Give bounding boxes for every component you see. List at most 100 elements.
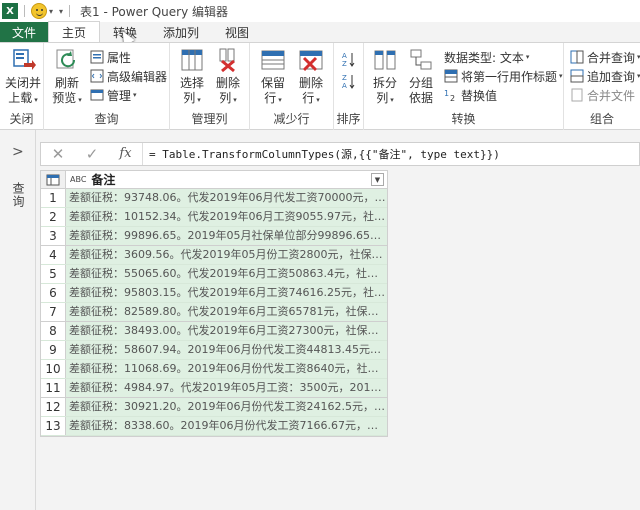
- row-number[interactable]: 7: [41, 303, 66, 321]
- keep-rows-label2: 行 ▾: [264, 91, 282, 105]
- first-row-label: 将第一行用作标题: [461, 69, 558, 84]
- table-cell[interactable]: 差额征税：95803.15。代发2019年6月工资74616.25元，社保单位.…: [66, 284, 387, 302]
- table-cell[interactable]: 差额征税：30921.20。2019年06月份代发工资24162.5元，社保单.…: [66, 398, 387, 416]
- title-bar: X ▾ ▾ 表1 - Power Query 编辑器: [0, 0, 640, 22]
- properties-icon: [90, 50, 104, 64]
- table-row[interactable]: 8 差额征税：38493.00。代发2019年6月工资27300元，社保单位部..…: [41, 322, 387, 341]
- tab-home[interactable]: 主页: [48, 21, 101, 42]
- refresh-preview-button[interactable]: 刷新 预览 ▾: [50, 47, 84, 108]
- table-row[interactable]: 13 差额征税：8338.60。2019年06月份代发工资7166.67元，社保单…: [41, 417, 387, 436]
- quick-access-dropdown-icon[interactable]: ▾: [49, 7, 53, 16]
- group-sort: AZ ZA 排序: [334, 43, 364, 130]
- sort-descending-button[interactable]: ZA: [342, 71, 359, 90]
- group-by-icon: [408, 47, 434, 73]
- row-number[interactable]: 11: [41, 379, 66, 397]
- customize-toolbar-icon[interactable]: ▾: [59, 7, 63, 16]
- use-first-row-as-headers-button[interactable]: 将第一行用作标题 ▾: [444, 67, 563, 85]
- row-number[interactable]: 3: [41, 227, 66, 245]
- cancel-formula-icon[interactable]: ✕: [41, 145, 75, 163]
- table-cell[interactable]: 差额征税：82589.80。代发2019年6月工资65781元，社保单位部...: [66, 303, 387, 321]
- row-number[interactable]: 13: [41, 417, 66, 435]
- tab-add-column[interactable]: 添加列: [150, 22, 212, 42]
- expand-queries-chevron-icon[interactable]: >: [12, 144, 24, 160]
- table-row[interactable]: 11差额征税：4984.97。代发2019年05月工资：3500元，2019年0…: [41, 379, 387, 398]
- remove-rows-button[interactable]: 删除 行 ▾: [292, 47, 330, 108]
- row-number[interactable]: 10: [41, 360, 66, 378]
- svg-text:Z: Z: [342, 74, 347, 82]
- table-row[interactable]: 5 差额征税：55065.60。代发2019年6月工资50863.4元，社保单位部…: [41, 265, 387, 284]
- table-row[interactable]: 9差额征税：58607.94。2019年06月份代发工资44813.45元，社保…: [41, 341, 387, 360]
- table-row[interactable]: 1 差额征税：93748.06。代发2019年06月代发工资70000元，社保单.…: [41, 189, 387, 208]
- first-row-headers-icon: [444, 69, 458, 83]
- row-number[interactable]: 6: [41, 284, 66, 302]
- table-cell[interactable]: 差额征税：11068.69。2019年06月份代发工资8640元，社保单位...: [66, 360, 387, 378]
- table-row[interactable]: 12 差额征税：30921.20。2019年06月份代发工资24162.5元，社保…: [41, 398, 387, 417]
- formula-input[interactable]: = Table.TransformColumnTypes(源,{{"备注", t…: [149, 146, 500, 162]
- text-type-icon[interactable]: ABC: [70, 175, 86, 184]
- table-cell[interactable]: 差额征税：93748.06。代发2019年06月代发工资70000元，社保单..…: [66, 189, 387, 207]
- queries-pane-label[interactable]: 查询: [10, 182, 27, 208]
- sort-ascending-button[interactable]: AZ: [342, 49, 359, 68]
- advanced-editor-button[interactable]: 高级编辑器: [90, 67, 167, 85]
- manage-button[interactable]: 管理 ▾: [90, 86, 137, 104]
- column-header-remarks[interactable]: ABC 备注 ▼: [66, 171, 387, 188]
- svg-text:Z: Z: [342, 60, 347, 67]
- table-cell[interactable]: 差额征税：8338.60。2019年06月份代发工资7166.67元，社保单位.…: [66, 417, 387, 435]
- group-label-manage-columns: 管理列: [191, 112, 228, 126]
- group-combine: 合并查询 ▾ 追加查询 ▾ 合并文件 组合: [564, 43, 640, 130]
- formula-bar: ✕ ✓ fx = Table.TransformColumnTypes(源,{{…: [40, 142, 640, 166]
- row-number[interactable]: 5: [41, 265, 66, 283]
- group-close: 关闭并 上载 ▾ 关闭: [0, 43, 44, 130]
- tab-view[interactable]: 视图: [212, 22, 262, 42]
- tab-file[interactable]: 文件: [0, 22, 48, 42]
- fx-icon[interactable]: fx: [109, 143, 143, 165]
- row-number[interactable]: 4: [41, 246, 66, 264]
- replace-values-button[interactable]: 12 替换值: [444, 86, 497, 104]
- remove-columns-icon: [215, 47, 241, 73]
- table-row[interactable]: 4 差额征税：3609.56。代发2019年05月份工资2800元，社保单位部..…: [41, 246, 387, 265]
- table-cell[interactable]: 差额征税：99896.65。2019年05月社保单位部分99896.65元。: [66, 227, 387, 245]
- row-number[interactable]: 8: [41, 322, 66, 340]
- table-cell[interactable]: 差额征税：4984.97。代发2019年05月工资：3500元，2019年05月…: [66, 379, 387, 397]
- table-cell[interactable]: 差额征税：55065.60。代发2019年6月工资50863.4元，社保单位部.…: [66, 265, 387, 283]
- table-row[interactable]: 3 差额征税：99896.65。2019年05月社保单位部分99896.65元。: [41, 227, 387, 246]
- remove-columns-button[interactable]: 删除 列 ▾: [210, 47, 246, 108]
- group-by-button[interactable]: 分组 依据: [404, 47, 438, 106]
- excel-icon: X: [2, 3, 18, 19]
- row-number[interactable]: 9: [41, 341, 66, 359]
- group-reduce-rows: 保留 行 ▾ 删除 行 ▾ 减少行: [250, 43, 334, 130]
- table-row[interactable]: 7 差额征税：82589.80。代发2019年6月工资65781元，社保单位部..…: [41, 303, 387, 322]
- keep-rows-button[interactable]: 保留 行 ▾: [254, 47, 292, 108]
- table-cell[interactable]: 差额征税：10152.34。代发2019年06月工资9055.97元，社保单位.…: [66, 208, 387, 226]
- combine-files-icon: [570, 88, 584, 102]
- split-column-button[interactable]: 拆分 列 ▾: [368, 47, 402, 108]
- table-row[interactable]: 6 差额征税：95803.15。代发2019年6月工资74616.25元，社保单位…: [41, 284, 387, 303]
- row-number[interactable]: 2: [41, 208, 66, 226]
- data-type-label: 数据类型: 文本: [444, 50, 524, 65]
- choose-columns-button[interactable]: 选择 列 ▾: [174, 47, 210, 108]
- table-cell[interactable]: 差额征税：58607.94。2019年06月份代发工资44813.45元，社保单…: [66, 341, 387, 359]
- combine-files-button[interactable]: 合并文件: [570, 86, 635, 104]
- row-number[interactable]: 1: [41, 189, 66, 207]
- row-number[interactable]: 12: [41, 398, 66, 416]
- replace-values-label: 替换值: [461, 88, 498, 103]
- table-cell[interactable]: 差额征税：38493.00。代发2019年6月工资27300元，社保单位部...: [66, 322, 387, 340]
- merge-queries-button[interactable]: 合并查询 ▾: [570, 48, 640, 66]
- close-and-load-label1: 关闭并: [4, 76, 41, 90]
- data-type-dropdown[interactable]: 数据类型: 文本 ▾: [444, 48, 529, 66]
- confirm-formula-icon[interactable]: ✓: [75, 145, 109, 163]
- column-filter-dropdown-icon[interactable]: ▼: [371, 173, 384, 186]
- table-cell[interactable]: 差额征税：3609.56。代发2019年05月份工资2800元，社保单位部...: [66, 246, 387, 264]
- table-row[interactable]: 2 差额征税：10152.34。代发2019年06月工资9055.97元，社保单位…: [41, 208, 387, 227]
- smiley-feedback-icon[interactable]: [31, 3, 47, 19]
- table-row[interactable]: 10 差额征税：11068.69。2019年06月份代发工资8640元，社保单位.…: [41, 360, 387, 379]
- close-and-load-button[interactable]: 关闭并 上载 ▾: [4, 47, 42, 108]
- group-by-label2: 依据: [408, 91, 433, 105]
- group-label-sort: 排序: [336, 112, 361, 126]
- table-menu-icon[interactable]: [41, 171, 66, 188]
- append-queries-button[interactable]: 追加查询 ▾: [570, 67, 640, 85]
- group-label-query: 查询: [94, 112, 119, 126]
- advanced-editor-label: 高级编辑器: [107, 69, 168, 84]
- sort-descending-icon: ZA: [342, 73, 356, 90]
- properties-button[interactable]: 属性: [90, 48, 131, 66]
